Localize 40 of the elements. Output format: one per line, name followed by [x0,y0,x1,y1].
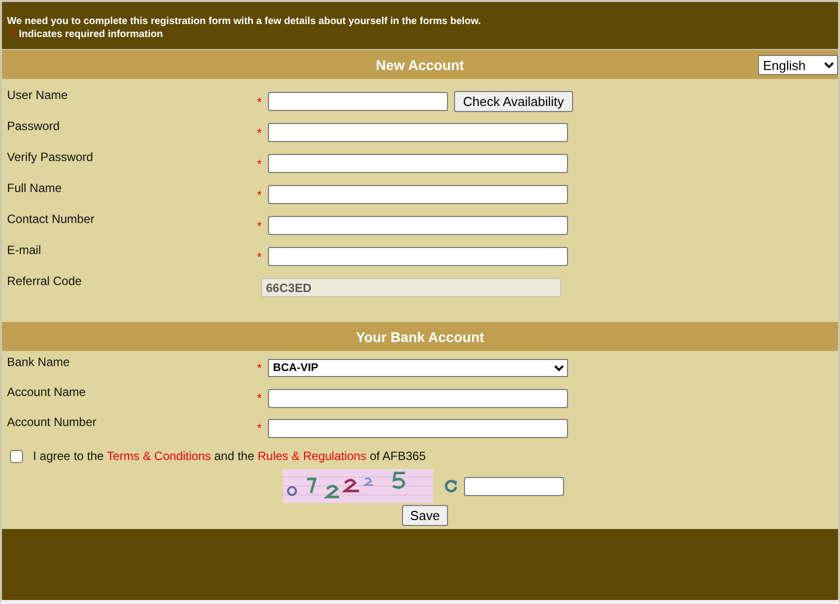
required-mark: * [257,188,262,202]
agreement-text: I agree to the Terms & Conditions and the Rules & Regulations of AFB365 [33,449,426,463]
save-button[interactable]: Save [402,505,448,526]
field-label: Bank Name [6,354,71,369]
agree-checkbox[interactable] [10,450,23,462]
field-label: Referral Code [6,273,83,288]
field-label: User Name [6,87,69,102]
required-mark: * [257,391,262,405]
required-mark: * [257,126,262,140]
required-mark: * [257,156,262,170]
required-mark: * [257,250,262,264]
captcha-field[interactable] [464,476,564,496]
field-label: Full Name [6,180,63,195]
required-mark: * [257,361,262,375]
input-field[interactable] [268,216,568,235]
field-label: Contact Number [6,211,96,226]
field-label: Verify Password [6,149,94,164]
intro-text: We need you to complete this registration form with a few details about yourself in the forms below. [7,15,482,28]
input-field[interactable] [268,418,568,438]
input-field[interactable] [268,92,448,111]
input-field[interactable] [268,247,568,266]
section-title: New Account [376,56,464,72]
language-select[interactable]: English [758,55,838,75]
required-note: Indicates required information [18,28,163,41]
required-mark: * [257,421,262,435]
input-field[interactable] [268,154,568,173]
required-mark: * [257,218,262,232]
input-field[interactable] [268,185,568,204]
field-label: Account Number [6,414,98,429]
required-mark: * [11,28,15,41]
bank-select[interactable]: BCA-VIP [268,359,568,377]
check-availability-button[interactable]: Check Availability [454,91,573,112]
field-label: Password [6,118,61,133]
field-label: E-mail [6,242,42,257]
refresh-icon[interactable] [444,479,458,493]
input-field[interactable] [268,388,568,408]
section-title: Your Bank Account [356,328,484,344]
field-label: Account Name [6,384,87,399]
required-mark: * [257,94,262,108]
input-field[interactable] [268,123,568,142]
